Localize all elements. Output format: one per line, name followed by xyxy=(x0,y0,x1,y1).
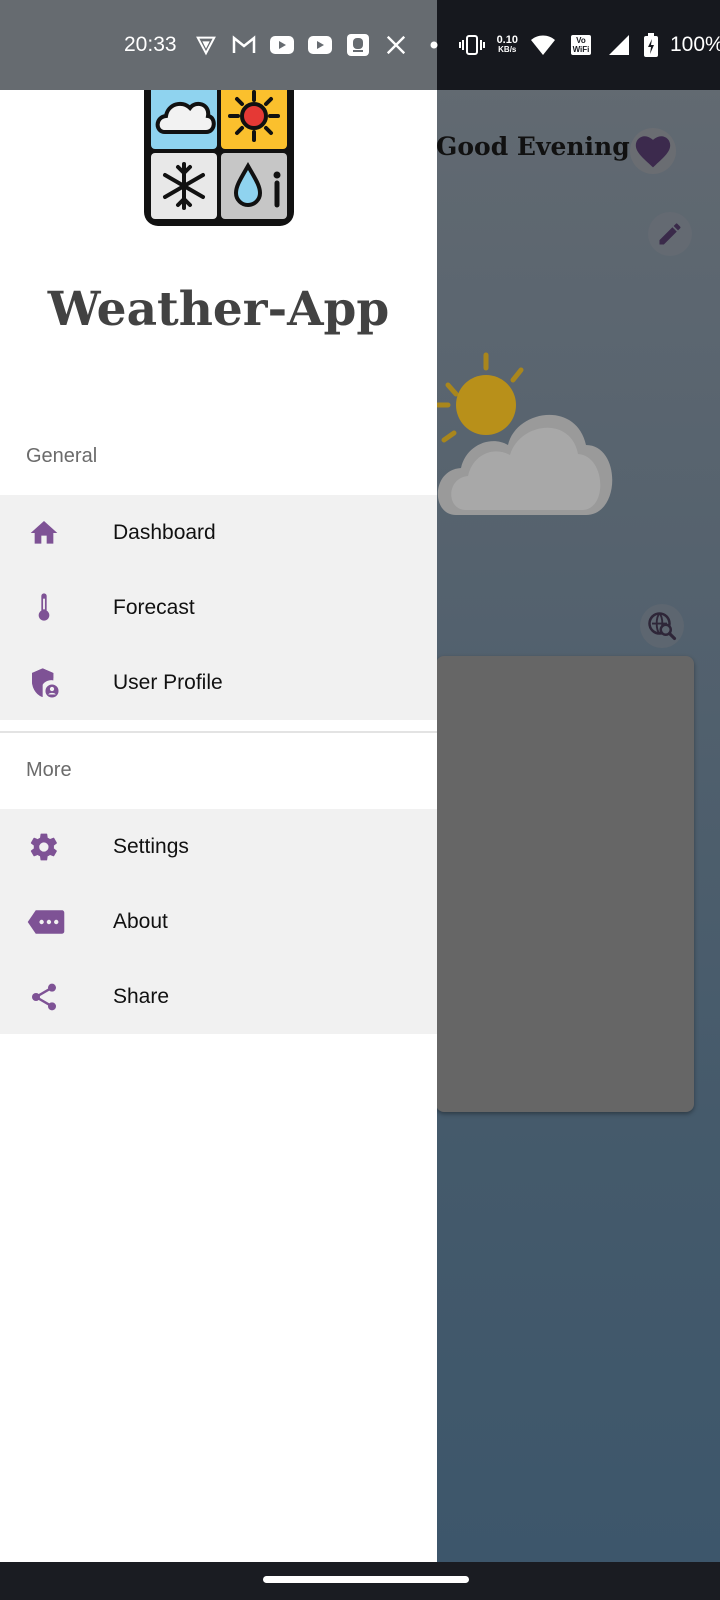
menu-item-label: Dashboard xyxy=(113,520,216,544)
gear-icon xyxy=(26,829,62,865)
system-nav-bar xyxy=(0,1562,720,1600)
more-tag-icon xyxy=(26,904,66,940)
divider xyxy=(0,731,437,733)
menu-item-user-profile[interactable]: User Profile xyxy=(0,645,437,720)
menu-item-label: Settings xyxy=(113,834,189,858)
home-icon xyxy=(26,515,62,551)
partly-cloudy-illustration xyxy=(436,352,613,515)
app-logo-icon xyxy=(144,76,294,226)
menu-item-about[interactable]: About xyxy=(0,884,437,959)
menu-group-more: Settings About Share xyxy=(0,809,437,1034)
menu-item-dashboard[interactable]: Dashboard xyxy=(0,495,437,570)
menu-item-label: Forecast xyxy=(113,595,195,619)
menu-group-general: Dashboard Forecast User Profile xyxy=(0,495,437,720)
section-label-more: More xyxy=(26,759,72,781)
youtube-icon xyxy=(269,32,295,58)
location-search-button[interactable] xyxy=(640,604,684,648)
app-title: Weather-App xyxy=(47,282,390,337)
app-icon xyxy=(345,32,371,58)
navigation-drawer: Weather-App General Dashboard Forecast U… xyxy=(0,76,437,1562)
favorite-button[interactable] xyxy=(630,128,676,174)
menu-item-settings[interactable]: Settings xyxy=(0,809,437,884)
section-label-general: General xyxy=(26,445,98,467)
menu-item-share[interactable]: Share xyxy=(0,959,437,1034)
thermometer-icon xyxy=(26,590,62,626)
globe-search-icon xyxy=(648,612,677,641)
battery-icon xyxy=(643,32,658,58)
menu-item-forecast[interactable]: Forecast xyxy=(0,570,437,645)
weather-card xyxy=(436,656,694,1112)
status-bar: 20:33 0.10 KB/s Vo WiFi 100% xyxy=(0,0,720,90)
edit-button[interactable] xyxy=(648,212,692,256)
status-time: 20:33 xyxy=(124,33,177,56)
share-icon xyxy=(26,979,62,1015)
vibrate-icon xyxy=(458,32,485,58)
signal-icon xyxy=(606,32,632,58)
network-speed: 0.10 KB/s xyxy=(496,34,518,55)
pencil-icon xyxy=(659,223,681,245)
menu-item-label: Share xyxy=(113,984,170,1008)
dot-icon xyxy=(421,32,447,58)
vowifi-icon: Vo WiFi xyxy=(570,35,592,55)
menu-item-label: User Profile xyxy=(113,670,223,694)
menu-item-label: About xyxy=(113,909,168,933)
vpn-icon xyxy=(193,32,219,58)
battery-percent: 100% xyxy=(669,33,720,56)
youtube-icon xyxy=(307,32,333,58)
shield-user-icon xyxy=(26,665,62,701)
x-icon xyxy=(383,32,409,58)
home-gesture-handle[interactable] xyxy=(263,1576,469,1583)
greeting-text: Good Evening xyxy=(436,132,630,161)
heart-icon xyxy=(635,136,671,168)
gmail-icon xyxy=(231,32,257,58)
wifi-icon xyxy=(530,32,556,58)
